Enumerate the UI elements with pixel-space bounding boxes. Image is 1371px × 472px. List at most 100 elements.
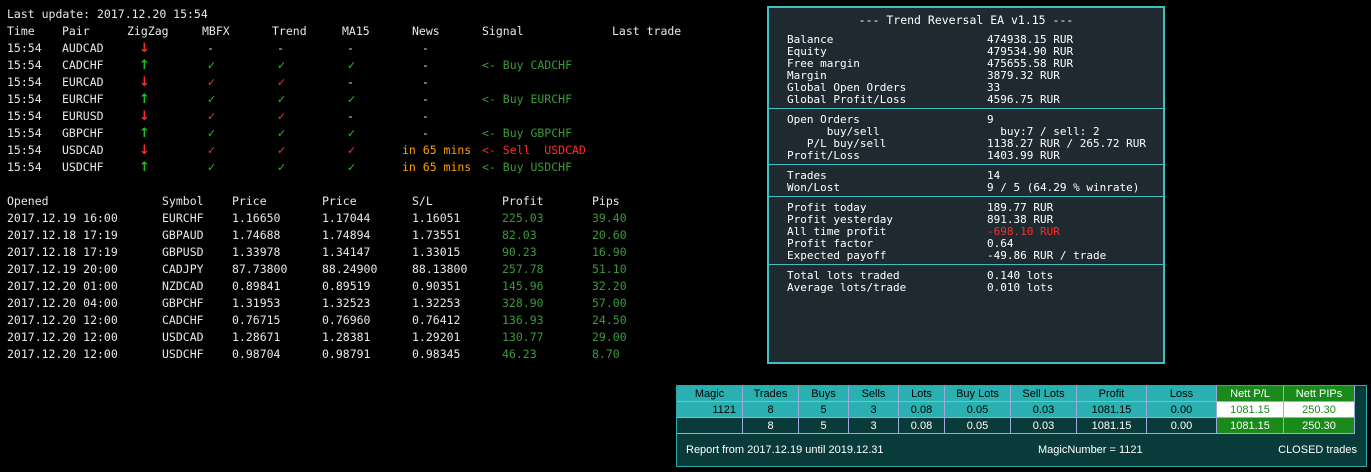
- signal-time: 15:54: [7, 109, 42, 123]
- trades-header: Profit: [502, 194, 544, 208]
- signal-text: <- Buy EURCHF: [482, 92, 573, 106]
- arrow-down-icon: ↓: [139, 75, 150, 90]
- trades-header: Symbol: [162, 194, 204, 208]
- trade-cell: 2017.12.20 12:00: [7, 347, 118, 361]
- signal-pair: GBPCHF: [62, 126, 104, 140]
- signal-pair: CADCHF: [62, 58, 104, 72]
- trade-cell: 2017.12.20 04:00: [7, 296, 118, 310]
- trade-cell: 0.89519: [322, 279, 371, 293]
- trades-header: Price: [322, 194, 357, 208]
- check-icon: ✓: [277, 59, 287, 72]
- trade-cell: 0.90351: [412, 279, 461, 293]
- trade-cell: 2017.12.18 17:19: [7, 228, 118, 242]
- signal-header: MA15: [342, 24, 370, 38]
- stats-cell: 8: [743, 402, 799, 418]
- signal-pair: EURUSD: [62, 109, 104, 123]
- check-icon: ✓: [277, 76, 287, 89]
- check-icon: ✓: [207, 93, 217, 106]
- check-icon: ✓: [347, 161, 357, 174]
- signal-time: 15:54: [7, 58, 42, 72]
- trade-cell: 24.50: [592, 313, 627, 327]
- stats-cell: 8: [743, 418, 799, 434]
- stats-footer: Report from 2017.12.19 until 2019.12.31 …: [676, 435, 1367, 467]
- stats-header: Buy Lots: [945, 386, 1011, 402]
- signal-header: News: [412, 24, 440, 38]
- trade-cell: NZDCAD: [162, 279, 204, 293]
- trade-cell: 8.70: [592, 347, 620, 361]
- check-icon: ✓: [207, 76, 217, 89]
- panel-value: 1403.99 RUR: [987, 149, 1060, 162]
- signal-header: Last trade: [612, 24, 682, 38]
- panel-divider: [769, 196, 1163, 197]
- check-icon: ✓: [347, 93, 357, 106]
- stats-header: Lots: [899, 386, 945, 402]
- stats-cell: 250.30: [1284, 418, 1355, 434]
- trade-cell: 2017.12.20 01:00: [7, 279, 118, 293]
- trade-cell: 1.74894: [322, 228, 371, 242]
- dash-mark: -: [347, 75, 354, 89]
- arrow-down-icon: ↓: [139, 143, 150, 158]
- trade-cell: 1.33015: [412, 245, 461, 259]
- check-icon: ✓: [207, 110, 217, 123]
- trade-cell: 2017.12.20 12:00: [7, 330, 118, 344]
- ea-info-panel: --- Trend Reversal EA v1.15 --- Balance 4…: [767, 6, 1165, 364]
- stats-cell: 0.05: [945, 402, 1011, 418]
- panel-title: --- Trend Reversal EA v1.15 ---: [858, 13, 1074, 27]
- panel-value: 0.010 lots: [987, 281, 1054, 294]
- stats-cell: 0.08: [899, 402, 945, 418]
- trade-cell: 88.24900: [322, 262, 378, 276]
- magic-number-label: MagicNumber = 1121: [1038, 444, 1143, 456]
- stats-cell: 0.08: [899, 418, 945, 434]
- stats-header: Loss: [1147, 386, 1217, 402]
- stats-cell: 1081.15: [1217, 402, 1284, 418]
- trade-cell: 0.76715: [232, 313, 281, 327]
- check-icon: ✓: [277, 127, 287, 140]
- signal-pair: AUDCAD: [62, 41, 104, 55]
- panel-label: Expected payoff: [787, 249, 887, 262]
- signal-pair: USDCHF: [62, 160, 104, 174]
- arrow-up-icon: ↑: [139, 126, 150, 141]
- panel-label: Profit/Loss: [787, 149, 860, 162]
- panel-label: Global Profit/Loss: [787, 93, 907, 106]
- trade-cell: 1.16650: [232, 211, 281, 225]
- signal-time: 15:54: [7, 126, 42, 140]
- stats-header: Nett PIPs: [1284, 386, 1355, 402]
- check-icon: ✓: [207, 59, 217, 72]
- trade-cell: 1.29201: [412, 330, 461, 344]
- trade-cell: 1.28381: [322, 330, 371, 344]
- signal-news: -: [422, 126, 429, 140]
- stats-cell: 5: [799, 402, 849, 418]
- panel-value: -49.86 RUR / trade: [987, 249, 1107, 262]
- stats-header: Nett P/L: [1217, 386, 1284, 402]
- panel-label: Average lots/trade: [787, 281, 907, 294]
- stats-cell: 1081.15: [1217, 418, 1284, 434]
- signal-pair: EURCHF: [62, 92, 104, 106]
- trade-cell: 16.90: [592, 245, 627, 259]
- trade-cell: 39.40: [592, 211, 627, 225]
- closed-trades-label: CLOSED trades: [1278, 444, 1357, 456]
- trade-cell: 29.00: [592, 330, 627, 344]
- signal-header: Signal: [482, 24, 524, 38]
- trade-cell: 1.74688: [232, 228, 281, 242]
- trade-cell: 1.31953: [232, 296, 281, 310]
- check-icon: ✓: [277, 93, 287, 106]
- check-icon: ✓: [347, 127, 357, 140]
- trade-cell: 1.34147: [322, 245, 371, 259]
- trades-header: Opened: [7, 194, 49, 208]
- trade-cell: 2017.12.19 20:00: [7, 262, 118, 276]
- dash-mark: -: [277, 41, 284, 55]
- trade-cell: 57.00: [592, 296, 627, 310]
- signal-time: 15:54: [7, 92, 42, 106]
- signal-header: Time: [7, 24, 35, 38]
- trade-cell: 88.13800: [412, 262, 468, 276]
- signal-time: 15:54: [7, 41, 42, 55]
- stats-header: Trades: [743, 386, 799, 402]
- trade-cell: 20.60: [592, 228, 627, 242]
- trade-cell: 32.20: [592, 279, 627, 293]
- signal-news: -: [422, 109, 429, 123]
- stats-cell: 1081.15: [1077, 418, 1147, 434]
- arrow-down-icon: ↓: [139, 41, 150, 56]
- trade-cell: GBPAUD: [162, 228, 204, 242]
- trade-cell: 1.32523: [322, 296, 371, 310]
- panel-value: 9 / 5 (64.29 % winrate): [987, 181, 1140, 194]
